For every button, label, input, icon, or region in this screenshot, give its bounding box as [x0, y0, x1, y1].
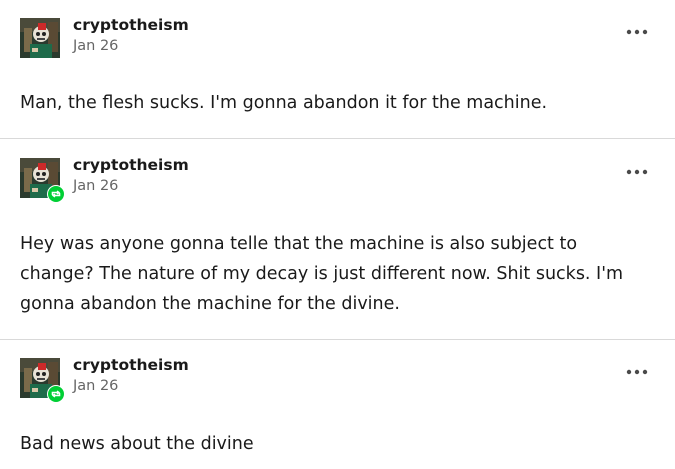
post-header: cryptotheism Jan 26 [20, 156, 655, 203]
username[interactable]: cryptotheism [73, 156, 189, 174]
reblog-icon [48, 386, 64, 402]
post-body: Hey was anyone gonna telle that the mach… [20, 234, 624, 314]
username[interactable]: cryptotheism [73, 16, 189, 34]
more-horizontal-icon [626, 29, 648, 35]
post-2: cryptotheism Jan 26 Hey was anyone gonna… [0, 156, 675, 336]
post-date[interactable]: Jan 26 [73, 178, 118, 194]
reblog-icon [48, 186, 64, 202]
avatar[interactable] [20, 18, 60, 58]
post-date[interactable]: Jan 26 [73, 378, 118, 394]
post-1: cryptotheism Jan 26 Man, the flesh sucks… [0, 16, 675, 136]
more-horizontal-icon [626, 369, 648, 375]
reblog-badge [47, 385, 65, 403]
more-options-button[interactable] [625, 364, 649, 380]
post-header: cryptotheism Jan 26 [20, 16, 655, 60]
avatar[interactable] [20, 158, 65, 203]
post-body: Man, the flesh sucks. I'm gonna abandon … [20, 93, 548, 113]
more-options-button[interactable] [625, 24, 649, 40]
divider [0, 138, 675, 139]
post-body: Bad news about the divine [20, 434, 254, 454]
more-horizontal-icon [626, 169, 648, 175]
post-date[interactable]: Jan 26 [73, 38, 118, 54]
avatar[interactable] [20, 358, 65, 403]
avatar-image [20, 18, 60, 58]
more-options-button[interactable] [625, 164, 649, 180]
post-3: cryptotheism Jan 26 Bad news about the d… [0, 356, 675, 469]
divider [0, 339, 675, 340]
reblog-badge [47, 185, 65, 203]
username[interactable]: cryptotheism [73, 356, 189, 374]
post-header: cryptotheism Jan 26 [20, 356, 655, 403]
